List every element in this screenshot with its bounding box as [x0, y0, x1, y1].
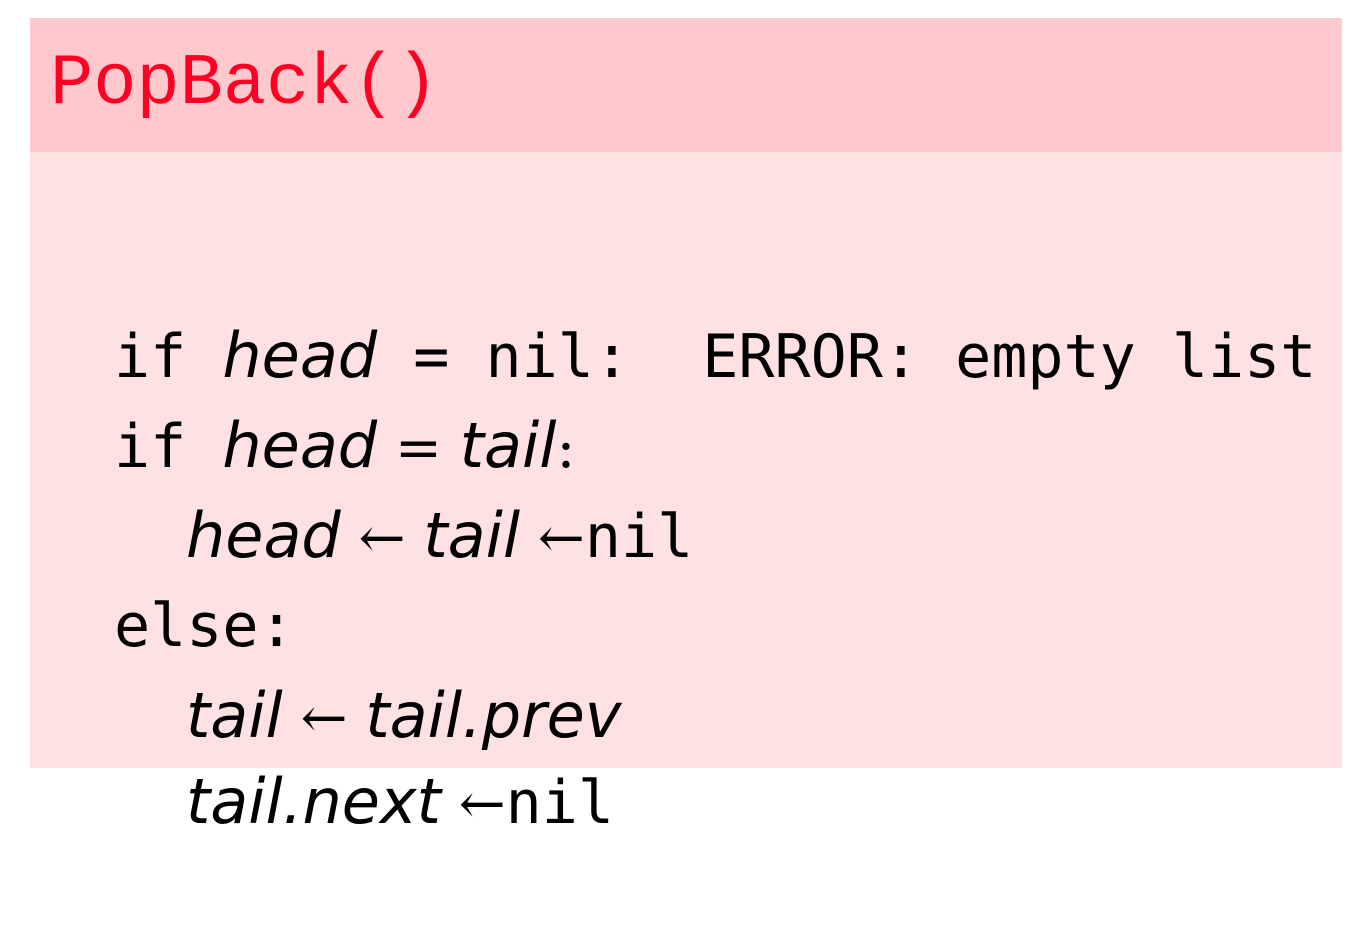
code-line-2: if head = tail: — [54, 326, 575, 482]
pseudocode-block: PopBack() if head = nil: ERROR: empty li… — [30, 18, 1342, 838]
error-message: ERROR: empty list — [702, 322, 1317, 392]
assign-arrow: ← — [358, 506, 406, 571]
assign-arrow: ← — [458, 772, 506, 837]
code-line-1: if head = nil: ERROR: empty list — [54, 236, 1316, 392]
code-line-5: tail ← tail.prev — [54, 596, 621, 752]
var-tail-next: tail.next — [186, 765, 441, 838]
code-line-3: head ← tail ←nil — [54, 416, 693, 572]
function-title: PopBack() — [50, 43, 439, 125]
code-line-4: else: — [54, 506, 295, 661]
block-header: PopBack() — [30, 18, 1342, 152]
nil-literal: nil — [505, 768, 615, 838]
var-tail: tail — [423, 499, 521, 572]
assign-arrow: ← — [537, 506, 585, 571]
code-line-6: tail.next ←nil — [54, 682, 614, 838]
nil-literal: nil — [584, 502, 694, 572]
